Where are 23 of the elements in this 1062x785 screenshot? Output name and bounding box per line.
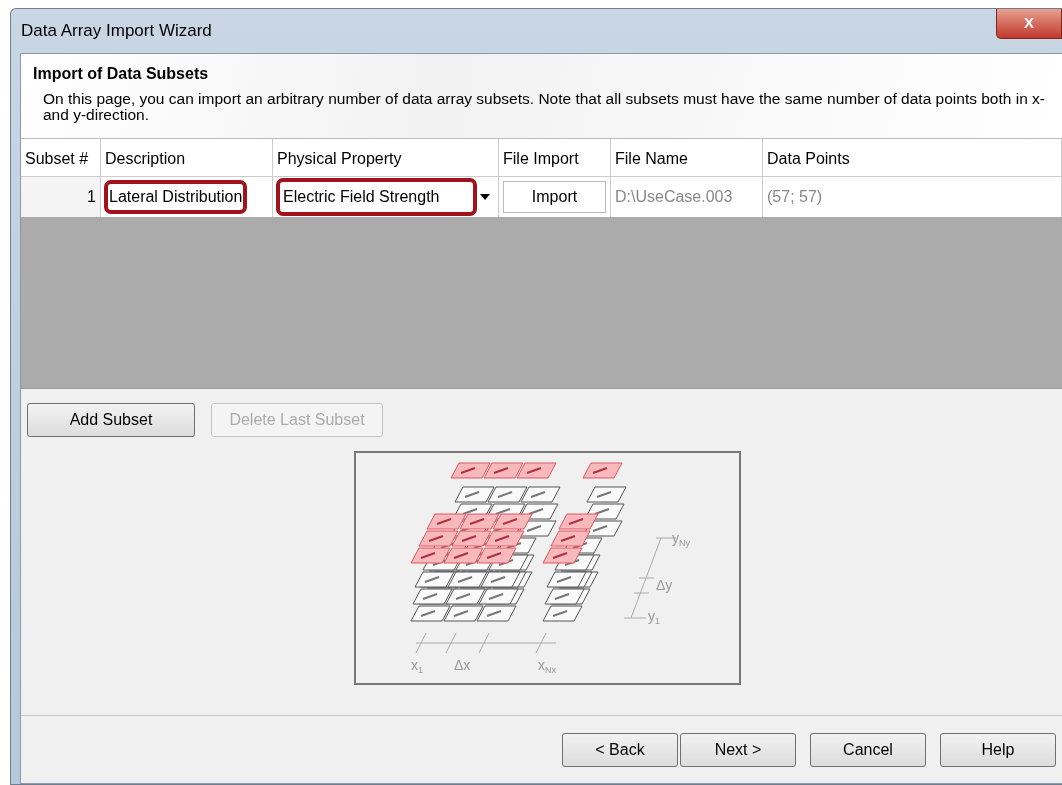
next-button[interactable]: Next > <box>680 732 796 767</box>
axis-label: y$_{Ny}$ <box>672 529 690 548</box>
window-title: Data Array Import Wizard <box>21 20 212 43</box>
page-description: On this page, you can import an arbitrary number of data array subsets. Note that all subsets must have the same number of data points both in x- and y-direction. <box>43 91 1046 124</box>
row-number-cell: 1 <box>21 176 101 217</box>
column-header: Physical Property <box>273 138 499 177</box>
help-button[interactable]: Help <box>940 732 1056 767</box>
back-button[interactable]: < Back <box>562 732 678 767</box>
column-header: Data Points <box>763 138 1062 177</box>
column-header: Subset # <box>21 138 101 177</box>
page-title: Import of Data Subsets <box>33 64 210 84</box>
column-header: File Import <box>499 138 611 177</box>
column-header: Description <box>101 138 273 177</box>
dropdown-arrow-icon[interactable] <box>480 193 490 200</box>
add-subset-button[interactable]: Add Subset <box>27 402 195 437</box>
axis-label: x$_{1}$ <box>411 656 423 675</box>
axis-label: x$_{Nx}$ <box>538 656 556 675</box>
column-header: File Name <box>611 138 763 177</box>
import-button[interactable]: Import <box>503 180 606 213</box>
axis-label: Δx <box>454 656 471 673</box>
cancel-button[interactable]: Cancel <box>810 732 926 767</box>
axis-label: y$_{1}$ <box>648 607 660 626</box>
axis-label: Δy <box>656 576 673 593</box>
